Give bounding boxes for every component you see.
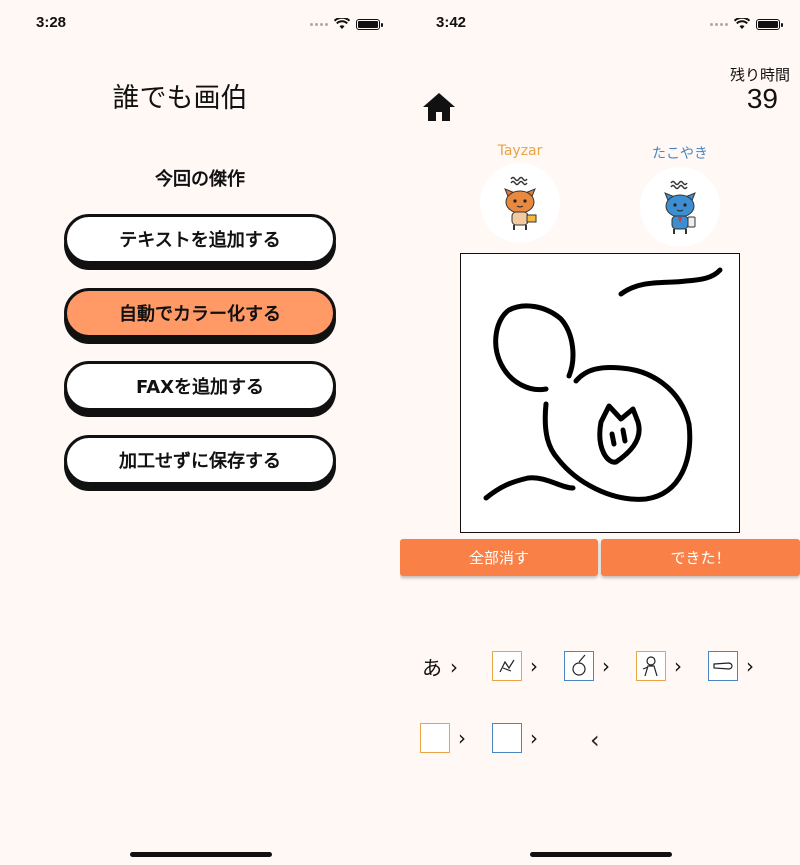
history-item[interactable]: › [636,651,682,681]
status-icons [310,18,383,30]
empty-thumbnail [492,723,522,753]
wifi-icon [334,18,350,29]
done-button[interactable]: できた！ [601,539,800,576]
timer-value: 39 [746,83,778,114]
home-indicator [130,852,272,857]
chevron-right-icon: › [530,726,538,750]
page-title: 今回の傑作 [155,169,245,190]
status-time: 3:28 [36,14,67,31]
right-screen: 3:42 残り時間 39 Tayzar たこやき 全部消す できた！ あ › ›… [400,0,800,865]
thumbnail-bird-icon [492,651,522,681]
empty-thumbnail [420,723,450,753]
chevron-right-icon: › [458,726,466,750]
cat-avatar-icon [480,163,560,243]
history-item[interactable]: › [492,651,538,681]
app-logo: 誰でも画伯 [112,83,248,114]
chevron-right-icon: › [602,654,610,678]
chevron-right-icon: › [530,654,538,678]
sketch-drawing [483,267,723,502]
history-item[interactable]: › [708,651,754,681]
chevron-right-icon: › [674,654,682,678]
chevron-left-icon[interactable]: ‹ [590,726,600,754]
cat-avatar-icon [640,167,720,247]
left-screen: 3:28 誰でも画伯 今回の傑作 テキストを追加する 自動でカラー化する FAX… [0,0,400,865]
home-indicator [530,852,672,857]
battery-icon [356,18,383,30]
status-icons [710,18,783,30]
signal-icon [310,22,328,26]
home-icon[interactable] [422,92,456,122]
add-text-button[interactable]: テキストを追加する [64,214,336,264]
signal-icon [710,22,728,26]
thumbnail-fish-icon [708,651,738,681]
thumbnail-figure-icon [636,651,666,681]
history-item[interactable]: › [492,723,538,753]
history-item[interactable]: › [564,651,610,681]
drawing-canvas[interactable] [460,253,740,533]
wifi-icon [734,18,750,29]
clear-all-button[interactable]: 全部消す [400,539,598,576]
status-time: 3:42 [436,14,467,31]
player-name: たこやき [652,146,708,162]
battery-icon [756,18,783,30]
thumbnail-apple-icon [564,651,594,681]
player-card: Tayzar [480,143,560,243]
history-text: あ [422,656,442,680]
save-without-edit-button[interactable]: 加工せずに保存する [64,435,336,485]
player-name: Tayzar [497,143,543,159]
history-item[interactable]: › [420,723,466,753]
chevron-right-icon: › [746,654,754,678]
timer-label: 残り時間 [729,66,790,84]
player-card: たこやき [640,143,720,247]
history-item[interactable]: あ › [422,652,458,681]
auto-color-button[interactable]: 自動でカラー化する [64,288,336,338]
add-fax-button[interactable]: FAXを追加する [64,361,336,411]
chevron-right-icon: › [450,654,458,679]
